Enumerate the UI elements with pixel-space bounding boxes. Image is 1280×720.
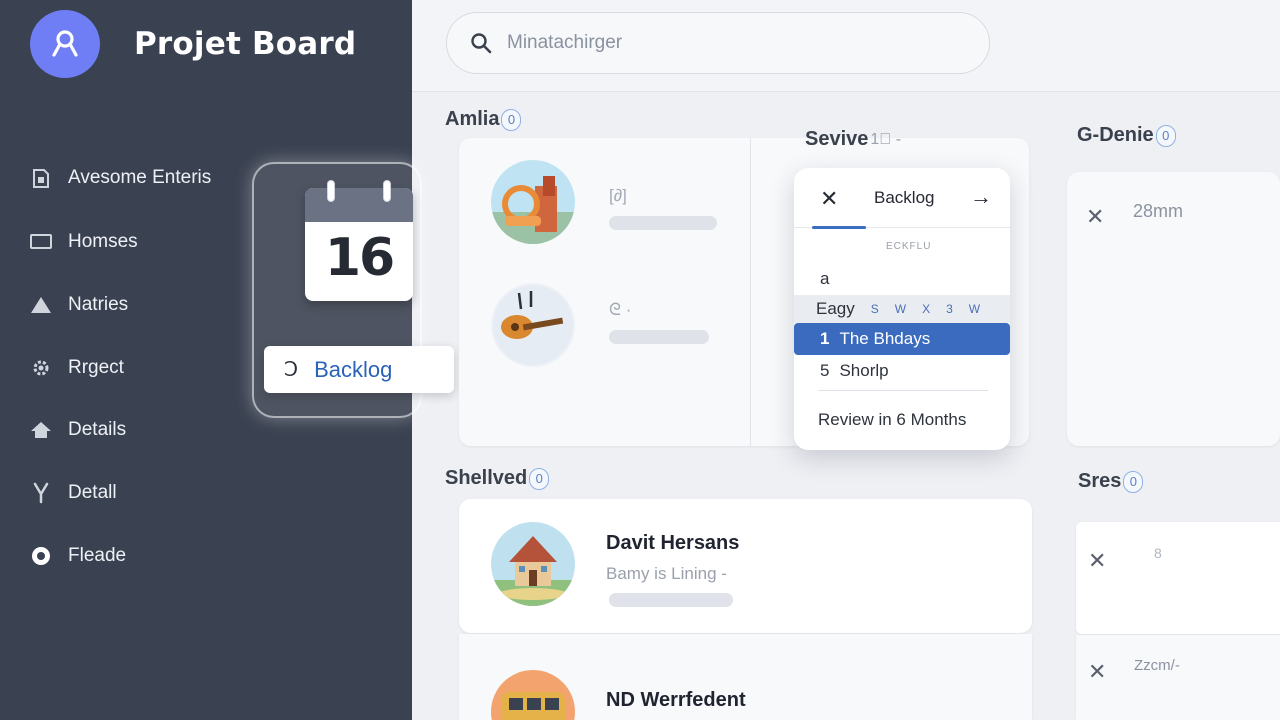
close-icon[interactable]: ✕	[1088, 548, 1106, 574]
placeholder-bar	[609, 216, 717, 230]
option-label: Shorlp	[839, 361, 889, 380]
column-header-amlia: Amlia 0	[445, 108, 522, 131]
card-ghost-label: [∂]	[609, 186, 627, 205]
backlog-dropdown: ✕ Backlog → ECKFLU a Eagy S W X 3 W 1 Th…	[794, 168, 1010, 450]
flask-icon	[30, 482, 52, 504]
count-badge: 0	[1123, 470, 1144, 493]
weekday[interactable]: 3	[946, 302, 953, 316]
placeholder-bar	[609, 593, 733, 607]
count-badge: 0	[501, 108, 522, 131]
column-header-g-denie: G-Denie 0	[1077, 124, 1176, 147]
dropdown-option-a[interactable]: a	[794, 263, 1010, 295]
app-logo-icon[interactable]	[30, 10, 100, 78]
sidebar-item-label: Homses	[68, 231, 138, 252]
sidebar-item-homses[interactable]: Homses	[30, 227, 138, 257]
sidebar-item-avesome-enteris[interactable]: Avesome Enteris	[30, 163, 211, 193]
sidebar-item-natries[interactable]: Natries	[30, 290, 128, 320]
calendar-icon: 16	[305, 180, 413, 301]
card-title: ND Werrfedent	[606, 689, 746, 711]
triangle-icon	[30, 294, 52, 316]
weekday[interactable]: W	[895, 302, 906, 316]
search-input[interactable]	[507, 32, 967, 54]
option-number: 5	[820, 361, 830, 380]
sidebar-item-label: Detall	[68, 482, 117, 503]
placeholder-bar	[609, 330, 709, 344]
option-label: a	[820, 269, 830, 288]
window-icon	[30, 231, 52, 253]
avatar-guitar[interactable]	[491, 283, 575, 367]
column-title: Sres	[1078, 470, 1122, 492]
option-label: The Bhdays	[839, 329, 931, 348]
column-title: Sevive	[805, 128, 869, 150]
sidebar-item-rrgect[interactable]: Rrgect	[30, 353, 124, 383]
active-tab-indicator	[812, 226, 866, 229]
count-badge: 0	[529, 467, 550, 490]
search-bar[interactable]	[446, 12, 990, 74]
avatar-house[interactable]	[491, 522, 575, 606]
sidebar-item-label: Fleade	[68, 545, 127, 566]
home-icon	[30, 419, 52, 441]
weekday[interactable]: W	[969, 302, 980, 316]
dropdown-caption: ECKFLU	[886, 241, 932, 252]
gear-icon	[30, 357, 52, 379]
sres-card[interactable]	[1076, 522, 1280, 634]
column-title: G-Denie	[1077, 124, 1154, 146]
card-title: Davit Hersans	[606, 532, 740, 554]
sidebar-item-label: Natries	[68, 294, 129, 315]
column-title: Shellved	[445, 467, 528, 489]
sidebar-item-fleade[interactable]: Fleade	[30, 541, 126, 571]
divider	[818, 390, 988, 391]
card-subtitle: Bamy is Lining -	[606, 564, 727, 583]
search-icon	[471, 33, 492, 54]
weekday[interactable]: X	[922, 302, 930, 316]
sidebar-item-label: Rrgect	[68, 357, 124, 378]
calendar-day: 16	[324, 228, 395, 288]
column-header-sres: Sres 0	[1078, 470, 1144, 493]
radio-icon	[30, 545, 52, 567]
dropdown-title: Backlog	[874, 188, 935, 207]
column-suffix: 1⃠ -	[870, 130, 902, 148]
backlog-label: Backlog	[314, 356, 393, 382]
sidebar-item-label: Avesome Enteris	[68, 167, 212, 188]
dropdown-footer-option[interactable]: Review in 6 Months	[794, 404, 1010, 436]
option-label: Review in 6 Months	[818, 410, 967, 429]
weekday[interactable]: S	[871, 302, 879, 316]
sidebar-item-details[interactable]: Details	[30, 415, 126, 445]
dropdown-option-shorlp[interactable]: 5 Shorlp	[794, 355, 1010, 387]
avatar-snail-city[interactable]	[491, 160, 575, 244]
sres-card[interactable]	[1076, 635, 1280, 720]
column-header-shellved: Shellved 0	[445, 467, 550, 490]
card-meta: 8	[1154, 545, 1162, 561]
backlog-button[interactable]: Ↄ Backlog	[264, 346, 454, 393]
column-title: Amlia	[445, 108, 500, 130]
card-ghost-label: ᘓ ·	[609, 300, 632, 319]
weekday-label: Eagy	[816, 299, 855, 318]
close-icon[interactable]: ✕	[1088, 659, 1106, 685]
app-title: Projet Board	[134, 26, 357, 62]
column-divider	[750, 138, 751, 446]
option-number: 1	[820, 329, 830, 348]
dropdown-option-selected[interactable]: 1 The Bhdays	[794, 323, 1010, 355]
weekday-row: Eagy S W X 3 W	[794, 295, 1010, 323]
card-meta: Zzcm/-	[1134, 657, 1180, 674]
brand: Projet Board	[30, 10, 356, 78]
close-icon[interactable]: ✕	[1086, 204, 1104, 230]
sidebar-item-label: Details	[68, 419, 127, 440]
sidebar-item-detall[interactable]: Detall	[30, 478, 117, 508]
dropdown-header: ✕ Backlog →	[794, 168, 1010, 229]
column-header-sevive: Sevive 1⃠ -	[805, 128, 901, 151]
count-badge: 0	[1155, 124, 1176, 147]
close-icon[interactable]: ✕	[820, 186, 838, 212]
card-meta: 28mm	[1133, 201, 1184, 221]
backlog-symbol: Ↄ	[284, 359, 299, 381]
document-icon	[30, 167, 52, 189]
arrow-right-icon[interactable]: →	[970, 184, 992, 210]
